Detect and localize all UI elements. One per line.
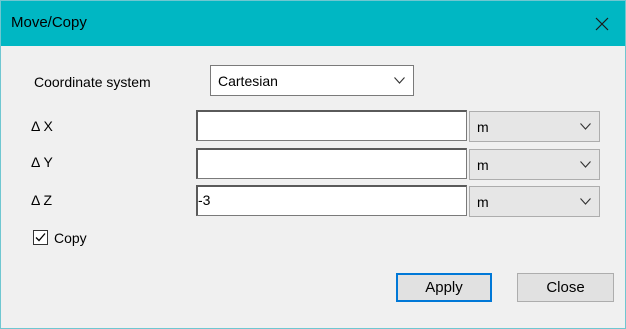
title-bar: Move/Copy: [1, 1, 625, 46]
delta-x-label: Δ X: [31, 118, 53, 134]
coordinate-system-value: Cartesian: [218, 73, 278, 89]
close-icon: [595, 17, 609, 30]
delta-y-unit: m: [477, 157, 489, 173]
delta-y-label: Δ Y: [31, 154, 53, 170]
delta-x-unit: m: [477, 119, 489, 135]
delta-y-unit-select[interactable]: m: [469, 149, 600, 180]
move-copy-dialog: Move/Copy Coordinate system Cartesian Δ …: [0, 0, 626, 329]
close-button[interactable]: Close: [517, 273, 614, 302]
delta-z-input[interactable]: -3: [196, 185, 467, 216]
close-window-button[interactable]: [579, 1, 625, 46]
delta-z-unit: m: [477, 194, 489, 210]
delta-z-value: -3: [198, 192, 211, 208]
delta-x-unit-select[interactable]: m: [469, 111, 600, 142]
window-title: Move/Copy: [11, 14, 87, 31]
copy-label: Copy: [54, 230, 87, 246]
copy-checkbox[interactable]: [33, 230, 48, 245]
coordinate-system-label: Coordinate system: [34, 74, 151, 90]
delta-y-input[interactable]: [196, 148, 467, 179]
checkmark-icon: [35, 233, 46, 242]
chevron-down-icon: [394, 77, 405, 84]
apply-button[interactable]: Apply: [396, 273, 492, 302]
coordinate-system-select[interactable]: Cartesian: [210, 65, 414, 96]
chevron-down-icon: [580, 123, 591, 130]
delta-z-label: Δ Z: [31, 192, 53, 208]
chevron-down-icon: [580, 161, 591, 168]
delta-z-unit-select[interactable]: m: [469, 186, 600, 217]
delta-x-input[interactable]: [196, 110, 467, 141]
chevron-down-icon: [580, 198, 591, 205]
